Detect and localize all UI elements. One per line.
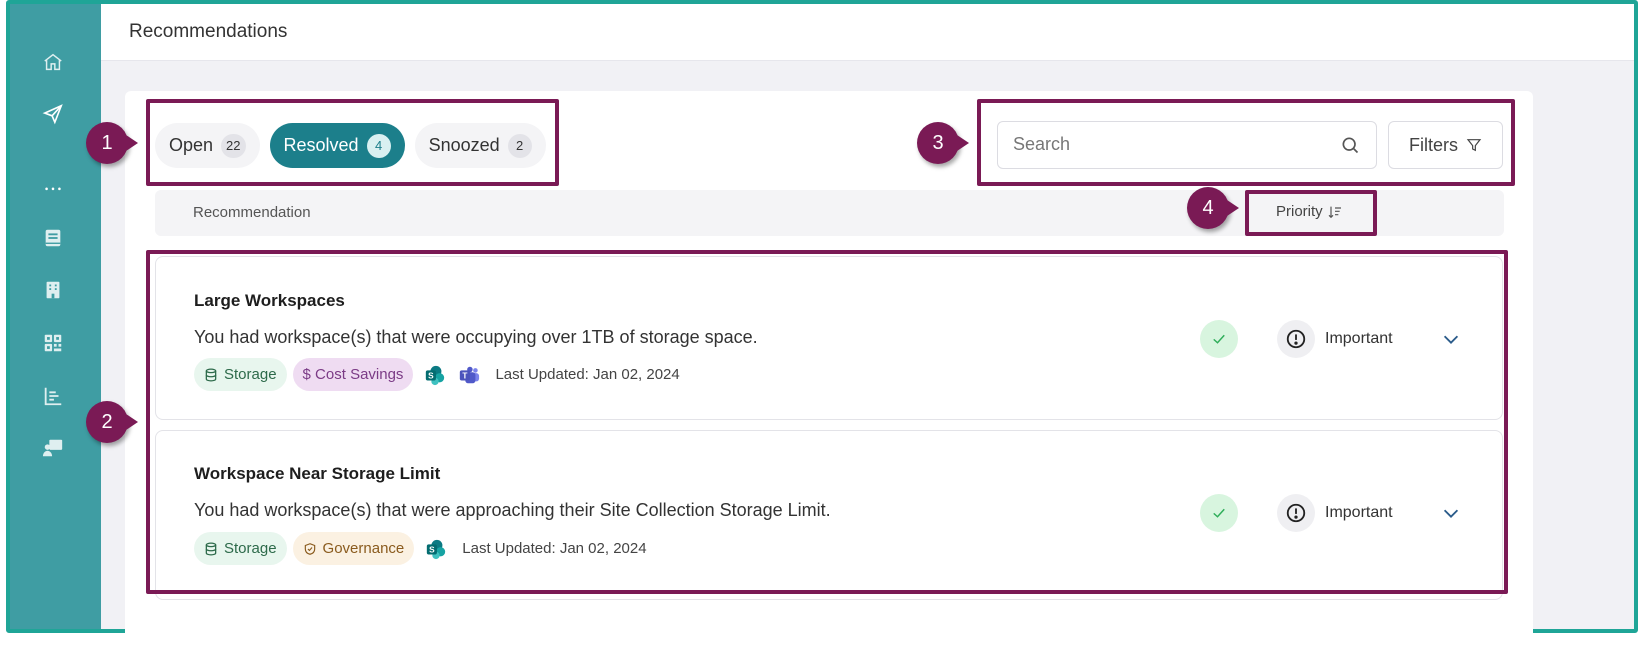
- more-icon[interactable]: [40, 174, 66, 200]
- presentation-icon[interactable]: [40, 435, 66, 461]
- callout-marker: 2: [86, 401, 138, 443]
- book-icon[interactable]: [40, 225, 66, 251]
- annotation-box-tabs: [146, 99, 559, 186]
- column-header-recommendation: Recommendation: [193, 204, 311, 221]
- building-icon[interactable]: [40, 277, 66, 303]
- header: Recommendations: [101, 4, 1634, 61]
- home-icon[interactable]: [40, 49, 66, 75]
- annotation-box-search: [977, 99, 1515, 186]
- sidebar: [10, 4, 101, 629]
- chart-icon[interactable]: [40, 383, 66, 409]
- callout-marker: 1: [86, 122, 138, 164]
- send-icon[interactable]: [40, 101, 66, 127]
- annotation-box-list: [146, 250, 1508, 594]
- qr-code-icon[interactable]: [40, 330, 66, 356]
- callout-marker: 4: [1187, 187, 1239, 229]
- callout-marker: 3: [917, 122, 969, 164]
- page-title: Recommendations: [129, 21, 288, 42]
- annotation-box-priority: [1245, 190, 1377, 236]
